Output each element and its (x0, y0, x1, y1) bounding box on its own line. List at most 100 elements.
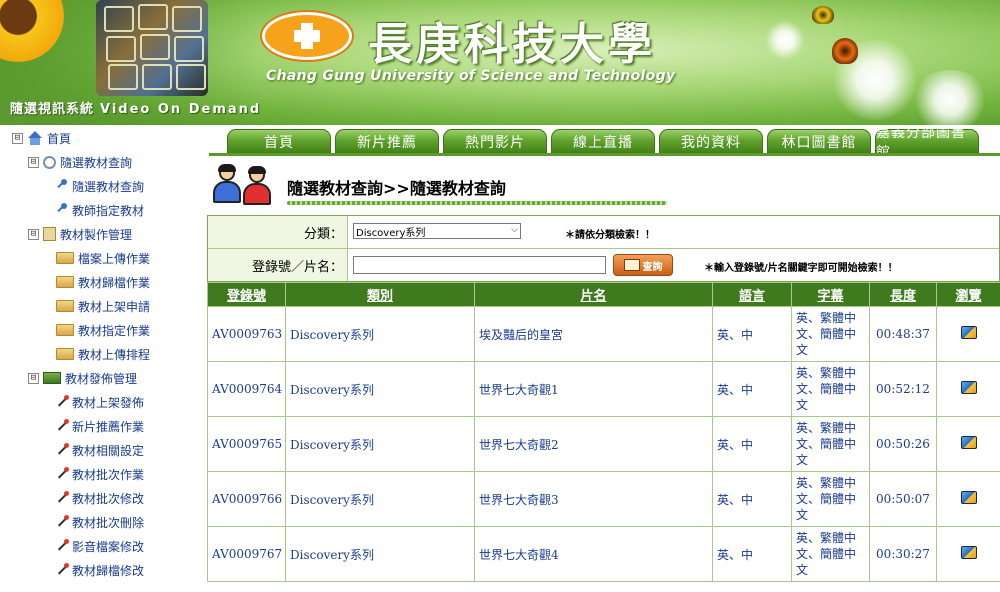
sidebar-item-production-mgmt[interactable]: ⊟ 教材製作管理 (28, 224, 132, 244)
keyword-input[interactable] (353, 256, 606, 274)
cell-id[interactable]: AV0009764 (207, 361, 286, 417)
cell-id[interactable]: AV0009767 (207, 526, 286, 582)
sidebar-item-archive[interactable]: 教材歸檔作業 (56, 272, 150, 292)
system-title-en: Video On Demand (100, 102, 262, 117)
keyword-hint: ＊輸入登錄號/片名關鍵字即可開始檢索！！ (704, 263, 898, 274)
main-content: 首頁 新片推薦 熱門影片 線上直播 我的資料 林口圖書館 嘉義分部圖書館 隨選教… (205, 125, 1000, 592)
folder-icon (56, 348, 74, 360)
column-header-length[interactable]: 長度 (869, 282, 937, 307)
sidebar-item-label: 教材批次刪除 (72, 515, 145, 530)
sidebar-item-home[interactable]: ⊟ 首頁 (12, 128, 71, 148)
view-video-icon[interactable] (960, 436, 977, 449)
cell-title[interactable]: 世界七大奇觀2 (474, 416, 713, 472)
cell-title[interactable]: 世界七大奇觀3 (474, 471, 713, 527)
butterfly-image (812, 6, 834, 24)
sidebar-item-batch-delete[interactable]: 教材批次刪除 (56, 512, 144, 532)
cell-subtitles: 英、繁體中文、簡體中文 (791, 361, 870, 417)
sidebar-item-batch[interactable]: 教材批次作業 (56, 464, 144, 484)
collapse-icon[interactable]: ⊟ (28, 228, 39, 240)
system-title-cn: 隨選視訊系統 (10, 102, 95, 117)
results-table: 登錄號 類別 片名 語言 字幕 長度 瀏覽 AV0009763 Discover… (207, 282, 1000, 582)
cell-subtitles: 英、繁體中文、簡體中文 (791, 416, 870, 472)
tab-chiayi-library[interactable]: 嘉義分部圖書館 (875, 125, 979, 161)
column-header-category[interactable]: 類別 (285, 282, 475, 307)
university-name-en: Chang Gung University of Science and Tec… (266, 68, 676, 84)
search-filter-panel: 分類： Discovery系列 ⌵ ＊請依分類檢索！！ 登錄號／片名： 查詢 ＊… (207, 215, 1000, 282)
cell-title[interactable]: 世界七大奇觀4 (474, 526, 713, 582)
sidebar-item-assign[interactable]: 教材指定作業 (56, 320, 150, 340)
sidebar-item-publish[interactable]: 教材上架發佈 (56, 392, 144, 412)
cube-tile (138, 4, 168, 30)
category-selected-value: Discovery系列 (356, 227, 426, 239)
wand-icon (56, 491, 69, 505)
sidebar-item-settings[interactable]: 教材相關設定 (56, 440, 144, 460)
media-cube-image (96, 0, 208, 96)
cell-subtitles: 英、繁體中文、簡體中文 (791, 471, 870, 527)
query-button[interactable]: 查詢 (613, 254, 673, 276)
tab-my-data[interactable]: 我的資料 (659, 129, 763, 155)
tab-bar-divider (209, 153, 1000, 156)
sidebar-item-media-edit[interactable]: 影音檔案修改 (56, 536, 144, 556)
column-header-language[interactable]: 語言 (712, 282, 792, 307)
sidebar-item-publish-request[interactable]: 教材上架申請 (56, 296, 150, 316)
sidebar-item-label: 教材上架申請 (78, 299, 151, 314)
sidebar-item-label: 教材發佈管理 (65, 371, 138, 386)
view-video-icon[interactable] (960, 326, 977, 339)
sidebar-item-batch-edit[interactable]: 教材批次修改 (56, 488, 144, 508)
sidebar-tree: ⊟ 首頁 ⊟ 隨選教材查詢 隨選教材查詢 教師指定教材 ⊟ 教材製作管理 檔案上傳作業… (0, 125, 205, 592)
cell-id[interactable]: AV0009765 (207, 416, 286, 472)
cell-title[interactable]: 埃及豔后的皇宮 (474, 306, 713, 362)
cell-length: 00:30:27 (869, 526, 937, 582)
cell-view (936, 361, 1000, 417)
query-button-label: 查詢 (642, 261, 663, 273)
view-video-icon[interactable] (960, 381, 977, 394)
sidebar-item-teacher-assigned[interactable]: 教師指定教材 (56, 200, 144, 220)
column-header-title[interactable]: 片名 (474, 282, 713, 307)
sidebar-item-material-search[interactable]: ⊟ 隨選教材查詢 (28, 152, 132, 172)
tab-new-releases[interactable]: 新片推薦 (335, 129, 439, 155)
sidebar-item-publish-mgmt[interactable]: ⊟ 教材發佈管理 (28, 368, 137, 388)
sidebar-item-label: 教材歸檔作業 (78, 275, 151, 290)
sidebar-item-material-search-page[interactable]: 隨選教材查詢 (56, 176, 144, 196)
university-name-cn: 長庚科技大學 (368, 19, 656, 70)
sidebar-item-file-upload[interactable]: 檔案上傳作業 (56, 248, 150, 268)
category-label: 分類： (208, 216, 348, 248)
cell-length: 00:52:12 (869, 361, 937, 417)
cell-id[interactable]: AV0009763 (207, 306, 286, 362)
sidebar-item-upload-schedule[interactable]: 教材上傳排程 (56, 344, 150, 364)
sidebar-item-label: 首頁 (47, 131, 72, 146)
collapse-icon[interactable]: ⊟ (28, 372, 39, 384)
view-video-icon[interactable] (960, 491, 977, 504)
sidebar-item-archive-edit[interactable]: 教材歸檔修改 (56, 560, 144, 580)
page-header: 隨選教材查詢>>隨選教材查詢 (213, 163, 693, 209)
table-row: AV0009765 Discovery系列 世界七大奇觀2 英、中 英、繁體中文… (207, 416, 1000, 472)
column-header-subtitles[interactable]: 字幕 (791, 282, 870, 307)
cell-title[interactable]: 世界七大奇觀1 (474, 361, 713, 417)
sidebar-item-label: 教材批次修改 (72, 491, 145, 506)
tab-live[interactable]: 線上直播 (551, 129, 655, 155)
page-title: 隨選教材查詢>>隨選教材查詢 (287, 179, 506, 198)
column-header-id[interactable]: 登錄號 (207, 282, 286, 307)
collapse-icon[interactable]: ⊟ (28, 156, 39, 168)
users-icon (213, 164, 277, 205)
cell-category: Discovery系列 (285, 526, 475, 582)
book-icon (623, 259, 640, 271)
sidebar-item-label: 教材上傳排程 (78, 347, 151, 362)
sidebar-item-recommend[interactable]: 新片推薦作業 (56, 416, 144, 436)
sidebar-item-label: 隨選教材查詢 (72, 179, 145, 194)
sidebar-item-label: 新片推薦作業 (72, 419, 145, 434)
cell-id[interactable]: AV0009766 (207, 471, 286, 527)
view-video-icon[interactable] (960, 546, 977, 559)
sidebar-item-label: 教材上架發佈 (72, 395, 145, 410)
tab-home[interactable]: 首頁 (227, 129, 331, 155)
cell-subtitles: 英、繁體中文、簡體中文 (791, 306, 870, 362)
category-select[interactable]: Discovery系列 ⌵ (353, 223, 521, 239)
sidebar-item-label: 教材相關設定 (72, 443, 145, 458)
tab-linkou-library[interactable]: 林口圖書館 (767, 129, 871, 155)
collapse-icon[interactable]: ⊟ (12, 132, 23, 144)
column-header-view[interactable]: 瀏覽 (936, 282, 1000, 307)
cube-tile (176, 64, 206, 90)
keyword-row: 登錄號／片名： 查詢 ＊輸入登錄號/片名關鍵字即可開始檢索！！ (208, 249, 999, 281)
key-icon (56, 203, 68, 217)
tab-popular[interactable]: 熱門影片 (443, 129, 547, 155)
